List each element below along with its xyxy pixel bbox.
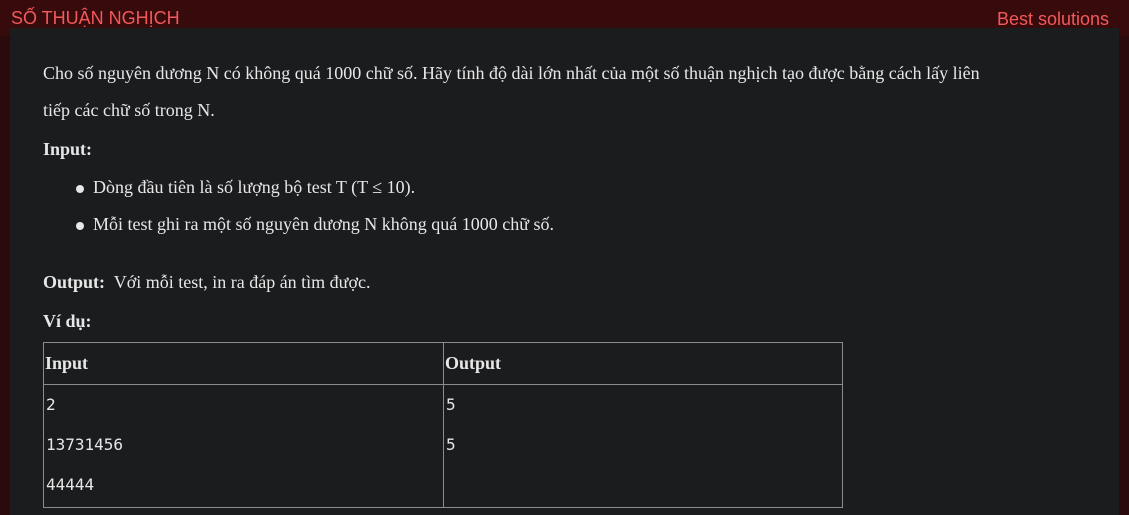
table-header-input: Input [43, 342, 444, 385]
input-item-1: Dòng đầu tiên là số lượng bộ test T (T ≤… [93, 177, 416, 197]
input-line: 44444 [46, 475, 95, 494]
best-solutions-link[interactable]: Best solutions [997, 9, 1109, 30]
output-cell: 5 5 [443, 384, 843, 508]
output-description: Với mỗi test, in ra đáp án tìm được. [113, 272, 371, 292]
table-row: 2 13731456 44444 5 5 [43, 384, 843, 508]
output-line: 5 [446, 395, 456, 414]
input-cell: 2 13731456 44444 [43, 384, 444, 508]
statement-line-2: tiếp các chữ số trong N. [43, 100, 215, 120]
example-heading: Ví dụ: [43, 311, 92, 331]
bullet-icon [76, 222, 84, 230]
bullet-icon [76, 185, 84, 193]
input-line: 13731456 [46, 435, 124, 454]
input-item-2: Mỗi test ghi ra một số nguyên dương N kh… [93, 214, 554, 234]
output-line: Output: Với mỗi test, in ra đáp án tìm đ… [43, 264, 1105, 301]
input-line: 2 [46, 395, 56, 414]
statement-line-1: Cho số nguyên dương N có không quá 1000 … [43, 63, 980, 83]
output-line: 5 [446, 435, 456, 454]
problem-title: SỐ THUẬN NGHỊCH [11, 8, 180, 28]
input-heading: Input: [43, 139, 93, 159]
output-heading: Output: [43, 272, 106, 292]
table-header-output: Output [443, 342, 843, 385]
table-header-row: Input Output [43, 342, 843, 385]
example-table: Input Output 2 13731456 44444 5 5 [43, 342, 843, 508]
